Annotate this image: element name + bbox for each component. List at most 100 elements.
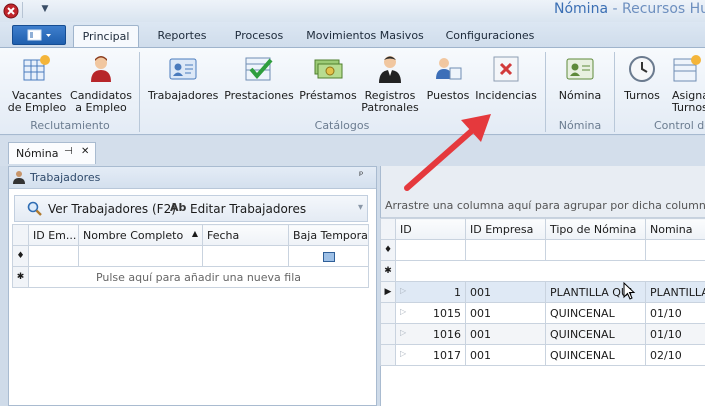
filter-cell[interactable] <box>465 239 546 261</box>
vacantes-label: Vacantes de Empleo <box>7 89 67 114</box>
vacantes-button[interactable]: Vacantes de Empleo <box>8 52 66 116</box>
window-title-rest: Recursos Huma <box>621 1 705 17</box>
row-nomina-cell[interactable]: 01/10 <box>645 323 705 345</box>
table-row[interactable]: ▷ 1015 001 QUINCENAL 01/10 <box>380 302 705 324</box>
trabajadores-button[interactable]: Trabajadores <box>148 52 218 116</box>
sort-ascending-icon: ▲ <box>191 228 198 238</box>
row-tipo-cell[interactable]: QUINCENAL <box>545 302 646 324</box>
quick-access-dropdown-icon[interactable]: ▼ <box>38 2 52 16</box>
row-tipo-cell[interactable]: QUINCENAL <box>545 323 646 345</box>
new-row-cell[interactable] <box>395 260 705 282</box>
new-row[interactable]: ✱ Pulse aquí para añadir una nueva fila <box>12 266 369 288</box>
group-separator <box>614 52 615 132</box>
asignar-turnos-button[interactable]: Asignar Turnos <box>668 52 705 116</box>
application-menu-button[interactable] <box>12 25 66 45</box>
prestaciones-label: Prestaciones <box>224 89 294 102</box>
table-row[interactable]: ▷ 1017 001 QUINCENAL 02/10 <box>380 344 705 366</box>
filter-cell[interactable] <box>78 245 203 267</box>
tab-movimientos-masivos[interactable]: Movimientos Masivos <box>302 25 428 48</box>
row-tipo-cell[interactable]: QUINCENAL <box>545 344 646 366</box>
nomina-button[interactable]: Nómina <box>553 52 607 116</box>
column-header-tipo-nomina[interactable]: Tipo de Nómina <box>545 218 646 240</box>
group-by-hint: Arrastre una columna aquí para agrupar p… <box>385 199 705 212</box>
trabajadores-panel-title: Trabajadores <box>30 171 101 184</box>
filter-cell[interactable] <box>28 245 79 267</box>
tab-configuraciones[interactable]: Configuraciones <box>436 25 544 48</box>
row-nomina-cell[interactable]: 02/10 <box>645 344 705 366</box>
toolbar-overflow-icon[interactable]: ▾ <box>358 202 363 213</box>
new-row[interactable]: ✱ <box>380 260 705 282</box>
filter-cell[interactable] <box>202 245 289 267</box>
column-header-id-empresa[interactable]: ID Empresa <box>465 218 546 240</box>
prestaciones-button[interactable]: Prestaciones <box>224 52 294 116</box>
candidatos-icon <box>91 56 111 82</box>
new-row-prompt[interactable]: Pulse aquí para añadir una nueva fila <box>28 266 369 288</box>
app-logo-icon[interactable] <box>3 3 19 19</box>
trabajadores-toolbar: Ver Trabajadores (F2) Ab Editar Trabajad… <box>14 195 368 222</box>
panel-pin-icon[interactable]: ᵖ <box>359 170 363 181</box>
nomina-icon <box>566 58 594 80</box>
prestamos-icon <box>314 59 343 79</box>
tab-principal[interactable]: Principal <box>73 25 139 48</box>
row-id-cell[interactable]: ▷ 1017 <box>395 344 466 366</box>
column-header-label: Baja Temporal <box>293 228 369 242</box>
column-header-id[interactable]: ID <box>395 218 466 240</box>
tab-procesos[interactable]: Procesos <box>222 25 296 48</box>
tab-principal-label: Principal <box>82 30 130 43</box>
column-header-nomina[interactable]: Nomina <box>645 218 705 240</box>
expand-row-icon[interactable]: ▷ <box>400 349 406 358</box>
row-id-cell[interactable]: ▷ 1 <box>395 281 466 303</box>
expand-row-icon[interactable]: ▷ <box>400 328 406 337</box>
column-header-nombre[interactable]: Nombre Completo ▲ <box>78 224 203 246</box>
row-empresa-cell[interactable]: 001 <box>465 323 546 345</box>
annotation-arrow-icon <box>404 114 491 191</box>
tab-reportes[interactable]: Reportes <box>146 25 218 48</box>
turnos-button[interactable]: Turnos <box>620 52 664 116</box>
document-tab-nomina[interactable]: Nómina ⊣ ✕ <box>8 142 96 164</box>
turnos-label: Turnos <box>624 89 660 102</box>
row-empresa-cell[interactable]: 001 <box>465 344 546 366</box>
filter-cell[interactable] <box>645 239 705 261</box>
table-row[interactable]: ▶ ▷ 1 001 PLANTILLA QUI PLANTILLA <box>380 281 705 303</box>
filter-cell[interactable] <box>395 239 466 261</box>
quick-access-separator <box>22 2 23 18</box>
edit-text-icon: Ab <box>170 201 187 214</box>
column-header-id-empleado[interactable]: ID Em... <box>28 224 79 246</box>
row-nomina-cell[interactable]: 01/10 <box>645 302 705 324</box>
row-id-cell[interactable]: ▷ 1015 <box>395 302 466 324</box>
grid-corner <box>12 224 29 246</box>
document-tab-label: Nómina <box>16 147 59 160</box>
asignar-turnos-icon <box>673 55 701 82</box>
registros-patronales-icon <box>379 56 401 83</box>
search-icon <box>27 201 42 216</box>
row-id-value: 1017 <box>433 348 461 362</box>
expand-row-icon[interactable]: ▷ <box>400 307 406 316</box>
filter-cell[interactable] <box>545 239 646 261</box>
document-tab-bar <box>0 136 705 166</box>
close-icon[interactable]: ✕ <box>81 146 89 157</box>
expand-row-icon[interactable]: ▷ <box>400 286 406 295</box>
row-empresa-cell[interactable]: 001 <box>465 302 546 324</box>
table-row[interactable]: ▷ 1016 001 QUINCENAL 01/10 <box>380 323 705 345</box>
window-title: Nómina - Recursos Huma <box>554 1 705 17</box>
filter-cell-checkbox[interactable] <box>288 245 369 267</box>
nomina-label: Nómina <box>558 89 602 102</box>
checkbox-filter-icon <box>322 251 335 262</box>
candidatos-button[interactable]: Candidatos a Empleo <box>70 52 132 116</box>
row-empresa-cell[interactable]: 001 <box>465 281 546 303</box>
prestamos-button[interactable]: Préstamos <box>297 52 359 116</box>
row-id-cell[interactable]: ▷ 1016 <box>395 323 466 345</box>
column-header-fecha[interactable]: Fecha <box>202 224 289 246</box>
grid-header-row: ID ID Empresa Tipo de Nómina Nomina <box>380 218 705 240</box>
row-nomina-cell[interactable]: PLANTILLA <box>645 281 705 303</box>
vacantes-icon <box>23 55 50 81</box>
column-header-baja-temporal[interactable]: Baja Temporal <box>288 224 369 246</box>
tab-procesos-label: Procesos <box>234 29 284 42</box>
editar-trabajadores-label: Editar Trabajadores <box>190 202 307 216</box>
row-id-value: 1016 <box>433 327 461 341</box>
current-row-indicator-icon: ▶ <box>380 281 396 303</box>
column-header-label: Nomina <box>650 222 693 236</box>
incidencias-icon <box>493 56 519 82</box>
row-gutter <box>380 323 396 345</box>
pin-icon[interactable]: ⊣ <box>64 146 73 157</box>
